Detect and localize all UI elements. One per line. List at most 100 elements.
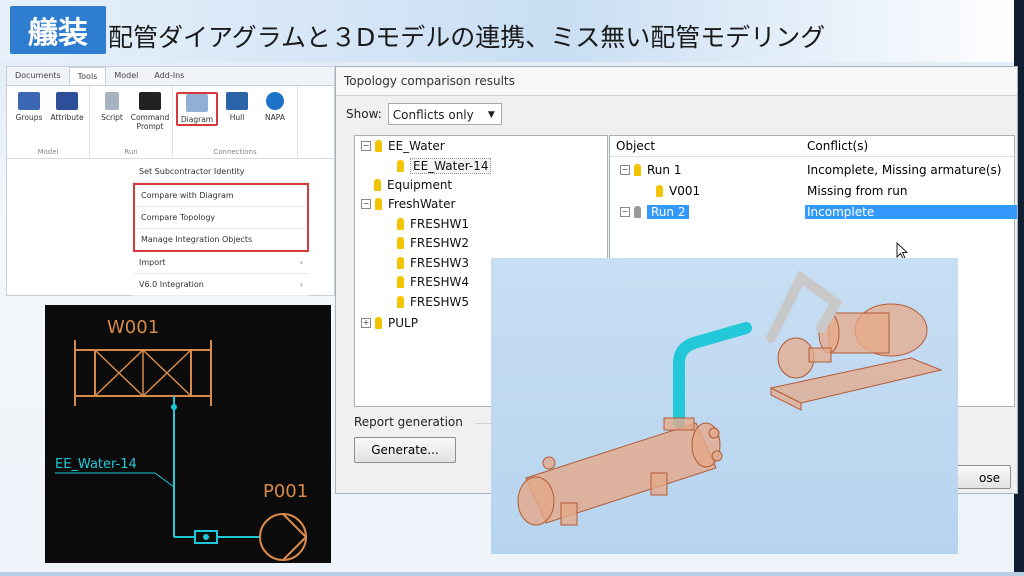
expand-icon[interactable]: +	[361, 318, 371, 328]
diagram-canvas: W001 EE_Water-14 P001	[55, 317, 308, 561]
pump-symbol	[259, 513, 307, 561]
bulb-icon	[634, 164, 641, 176]
hull-button[interactable]: Hull	[218, 92, 256, 122]
tree-label: EE_Water	[388, 139, 445, 153]
group-model: Groups Attribute Model	[7, 86, 90, 158]
group-connections: Diagram Hull NAPA Connections	[173, 86, 298, 158]
command-prompt-button[interactable]: Command Prompt	[131, 92, 169, 131]
bulb-icon	[397, 257, 404, 269]
column-conflicts[interactable]: Conflict(s)	[807, 139, 868, 153]
hull-label: Hull	[229, 113, 245, 122]
menu-item-set-subcontractor[interactable]: Set Subcontractor Identity	[133, 161, 309, 183]
group-run: Script Command Prompt Run	[90, 86, 173, 158]
submenu-arrow-icon: ›	[299, 280, 303, 289]
tree-item-ee-water-14[interactable]: EE_Water-14	[397, 158, 492, 174]
tree-item-freshw4[interactable]: FRESHW4	[397, 275, 469, 289]
3d-model-view	[491, 258, 958, 554]
collapse-icon[interactable]: −	[361, 199, 371, 209]
row-object: Run 2	[647, 205, 690, 219]
collapse-icon[interactable]: −	[620, 207, 630, 217]
tree-label: FRESHW4	[410, 275, 469, 289]
tree-label: FreshWater	[388, 197, 456, 211]
menu-item-import[interactable]: Import ›	[133, 252, 309, 274]
attribute-label: Attribute	[50, 113, 84, 122]
grid-row-run1[interactable]: − Run 1 Incomplete, Missing armature(s)	[610, 160, 1014, 180]
napa-button[interactable]: NAPA	[256, 92, 294, 122]
collapse-icon[interactable]: −	[361, 141, 371, 151]
tree-item-freshw1[interactable]: FRESHW1	[397, 217, 469, 231]
ribbon-body: Groups Attribute Model Script Command Pr…	[7, 86, 334, 159]
report-generation-label: Report generation	[354, 415, 463, 429]
command-prompt-label: Command Prompt	[130, 113, 170, 131]
script-icon	[105, 92, 119, 110]
menu-item-manage-integration[interactable]: Manage Integration Objects	[135, 229, 307, 250]
tab-model[interactable]: Model	[106, 67, 146, 85]
tree-item-pulp[interactable]: + PULP	[361, 316, 418, 330]
bottom-decoration	[0, 572, 1024, 576]
tree-label: PULP	[388, 316, 418, 330]
group-label-run: Run	[124, 148, 138, 156]
tree-item-freshw2[interactable]: FRESHW2	[397, 236, 469, 250]
attribute-button[interactable]: Attribute	[48, 92, 86, 122]
tree-item-freshwater[interactable]: − FreshWater	[361, 197, 455, 211]
group-label-model: Model	[37, 148, 59, 156]
menu-item-v6-integration[interactable]: V6.0 Integration ›	[133, 274, 309, 296]
bulb-icon	[397, 296, 404, 308]
show-filter-value: Conflicts only	[392, 108, 474, 122]
pump-assembly-model	[769, 303, 943, 411]
line-label: EE_Water-14	[55, 457, 137, 472]
diagram-label: Diagram	[180, 115, 214, 124]
show-filter-row: Show: Conflicts only ▼	[346, 103, 502, 125]
heat-exchanger-model	[517, 417, 723, 526]
submenu-arrow-icon: ›	[299, 258, 303, 267]
menu-item-compare-diagram[interactable]: Compare with Diagram	[135, 185, 307, 207]
tab-documents[interactable]: Documents	[7, 67, 69, 85]
row-object: V001	[669, 184, 701, 198]
row-object: Run 1	[647, 163, 682, 177]
tree-label: Equipment	[387, 178, 453, 192]
bulb-icon	[397, 276, 404, 288]
command-prompt-icon	[139, 92, 161, 110]
grid-row-v001[interactable]: V001 Missing from run	[610, 181, 1014, 201]
tree-label: FRESHW2	[410, 236, 469, 250]
show-label: Show:	[346, 107, 382, 121]
equipment-label-w001: W001	[107, 317, 159, 338]
bulb-icon	[397, 237, 404, 249]
bulb-icon	[397, 160, 404, 172]
groups-icon	[18, 92, 40, 110]
slide-title: 配管ダイアグラムと３Dモデルの連携、ミス無い配管モデリング	[108, 23, 826, 52]
menu-highlight-box: Compare with Diagram Compare Topology Ma…	[133, 183, 309, 252]
dropdown-caret-icon: ▼	[487, 110, 495, 120]
model-canvas	[517, 270, 943, 526]
show-filter-select[interactable]: Conflicts only ▼	[387, 103, 502, 125]
column-object[interactable]: Object	[616, 139, 655, 153]
tree-item-equipment[interactable]: Equipment	[374, 178, 452, 192]
tree-item-freshw3[interactable]: FRESHW3	[397, 256, 469, 270]
collapse-icon[interactable]: −	[620, 165, 630, 175]
row-conflict: Incomplete, Missing armature(s)	[807, 163, 1002, 177]
group-label-connections: Connections	[213, 148, 257, 156]
tree-label: FRESHW1	[410, 217, 469, 231]
piping-diagram: W001 EE_Water-14 P001	[45, 305, 331, 563]
tree-item-ee-water[interactable]: − EE_Water	[361, 139, 445, 153]
bulb-icon	[375, 317, 382, 329]
tab-tools[interactable]: Tools	[68, 67, 107, 85]
diagram-icon	[186, 94, 208, 112]
tab-add-ins[interactable]: Add-Ins	[146, 67, 192, 85]
napa-label: NAPA	[265, 113, 285, 122]
menu-item-compare-topology[interactable]: Compare Topology	[135, 207, 307, 229]
row-conflict: Missing from run	[807, 184, 908, 198]
diagram-button[interactable]: Diagram	[176, 92, 218, 126]
ribbon-tabs: Documents Tools Model Add-Ins	[7, 67, 334, 86]
script-label: Script	[101, 113, 123, 122]
tree-item-freshw5[interactable]: FRESHW5	[397, 295, 469, 309]
connections-menu: Set Subcontractor Identity Compare with …	[133, 161, 309, 296]
bulb-icon	[375, 140, 382, 152]
tree-label: FRESHW5	[410, 295, 469, 309]
tree-label: FRESHW3	[410, 256, 469, 270]
generate-button[interactable]: Generate...	[354, 437, 456, 463]
bulb-icon	[634, 206, 641, 218]
grid-row-run2[interactable]: − Run 2 Incomplete	[610, 202, 1017, 222]
script-button[interactable]: Script	[93, 92, 131, 122]
groups-button[interactable]: Groups	[10, 92, 48, 122]
